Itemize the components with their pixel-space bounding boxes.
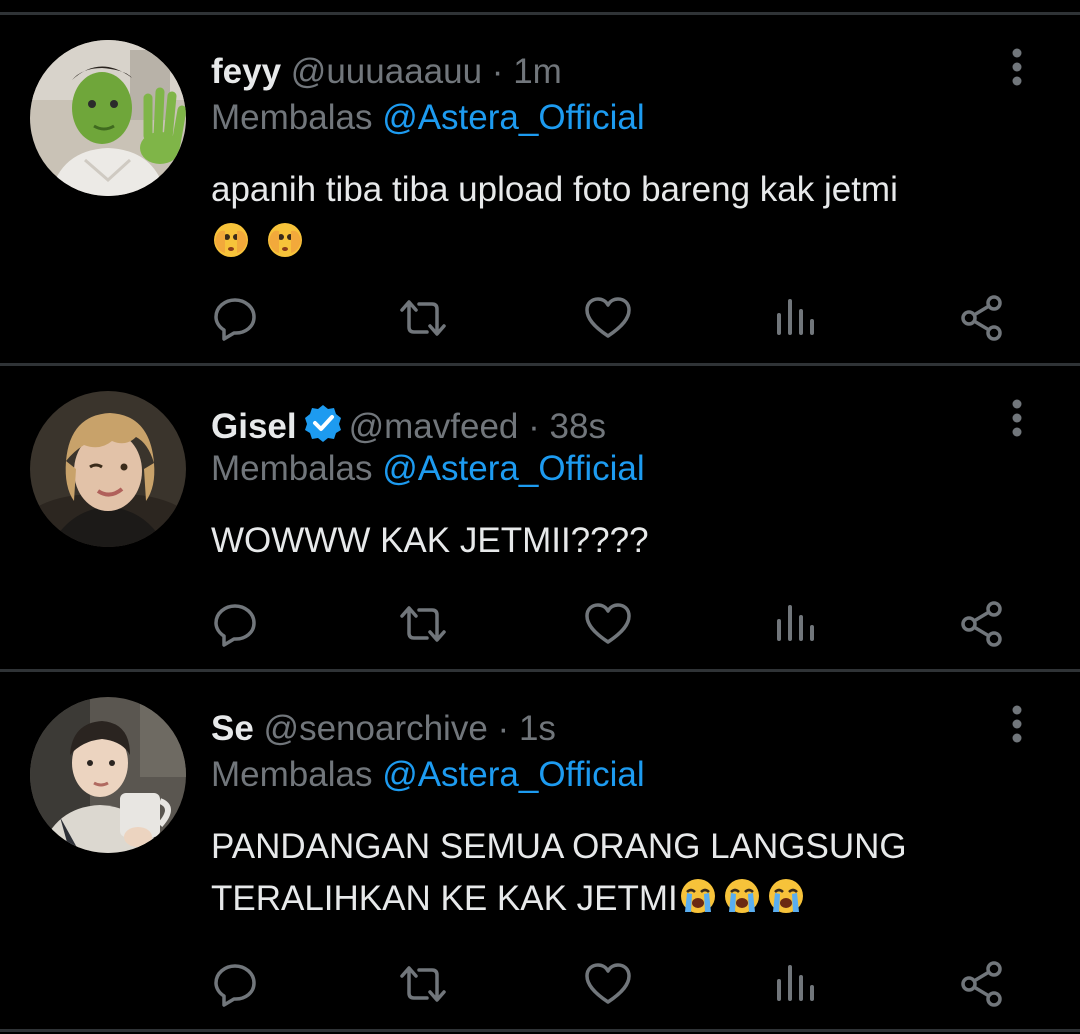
face-with-peeking-eye-icon <box>214 223 248 257</box>
mention-link[interactable]: @Astera_Official <box>382 449 644 488</box>
tweet-actions <box>0 599 1080 649</box>
mention-link[interactable]: @Astera_Official <box>382 98 644 137</box>
retweet-icon <box>400 966 446 1002</box>
tweet-text-line-2: TERALIHKAN KE KAK JETMI <box>211 879 678 918</box>
avatar[interactable] <box>30 697 186 853</box>
share-button[interactable] <box>957 599 1007 649</box>
verified-badge-icon <box>304 405 341 442</box>
replying-to-label: Membalas <box>211 98 373 137</box>
share-button[interactable] <box>957 959 1007 1009</box>
tweet-actions <box>0 959 1080 1009</box>
user-handle[interactable]: @mavfeed <box>349 407 519 446</box>
retweet-button[interactable] <box>398 599 448 649</box>
analytics-icon <box>777 965 814 1001</box>
tweet-actions <box>0 293 1080 343</box>
tweet-text-line: TERALIHKAN KE KAK JETMI😭😭😭 <box>211 873 1031 925</box>
display-name[interactable]: Gisel <box>211 407 297 446</box>
timestamp[interactable]: 1m <box>513 52 562 91</box>
more-options-icon[interactable] <box>1008 704 1026 744</box>
display-name[interactable]: Se <box>211 709 254 748</box>
reply-button[interactable] <box>212 599 262 649</box>
user-handle[interactable]: @senoarchive <box>264 709 488 748</box>
reply-icon <box>214 964 256 1007</box>
top-divider <box>0 12 1080 15</box>
like-button[interactable] <box>583 293 633 343</box>
tweet-text-line: apanih tiba tiba upload foto bareng kak … <box>211 170 898 209</box>
loudly-crying-face-icon <box>768 879 803 913</box>
like-button[interactable] <box>583 959 633 1009</box>
replying-to: Membalas @Astera_Official <box>211 98 645 138</box>
reply-button[interactable] <box>212 293 262 343</box>
replying-to-label: Membalas <box>211 449 373 488</box>
timestamp[interactable]: 38s <box>550 407 606 446</box>
tweet-text-line: WOWWW KAK JETMII???? <box>211 521 649 560</box>
tweet-text: PANDANGAN SEMUA ORANG LANGSUNG TERALIHKA… <box>211 821 1031 925</box>
separator-dot: · <box>491 52 504 91</box>
replying-to-label: Membalas <box>211 755 373 794</box>
tweet-header: feyy @uuuaaauu · 1m <box>211 52 562 92</box>
analytics-button[interactable] <box>770 599 820 649</box>
reply-button[interactable] <box>212 959 262 1009</box>
like-icon <box>585 963 631 1004</box>
display-name[interactable]: feyy <box>211 52 281 91</box>
tweet-header: Se @senoarchive · 1s <box>211 709 556 749</box>
share-icon <box>961 295 1002 341</box>
tweet-text: WOWWW KAK JETMII???? <box>211 515 1031 567</box>
tweet-divider <box>0 1029 1080 1032</box>
separator-dot: · <box>528 407 540 446</box>
tweet-text-line: PANDANGAN SEMUA ORANG LANGSUNG <box>211 827 907 866</box>
mention-link[interactable]: @Astera_Official <box>382 755 644 794</box>
reply-icon <box>214 604 256 647</box>
retweet-icon <box>400 606 446 642</box>
tweet-emojis: 🫣🫣 <box>211 216 1031 268</box>
avatar-image <box>30 40 186 196</box>
timestamp[interactable]: 1s <box>519 709 556 748</box>
more-options-icon[interactable] <box>1008 47 1026 87</box>
like-button[interactable] <box>583 599 633 649</box>
tweet-divider <box>0 363 1080 366</box>
retweet-button[interactable] <box>398 959 448 1009</box>
share-icon <box>961 961 1002 1007</box>
analytics-icon <box>777 605 814 641</box>
retweet-button[interactable] <box>398 293 448 343</box>
replying-to: Membalas @Astera_Official <box>211 755 645 795</box>
replying-to: Membalas @Astera_Official <box>211 449 645 489</box>
analytics-button[interactable] <box>770 959 820 1009</box>
like-icon <box>585 297 631 338</box>
loudly-crying-face-icon <box>680 879 715 913</box>
analytics-icon <box>777 299 814 335</box>
more-options-icon[interactable] <box>1008 398 1026 438</box>
loudly-crying-face-icon <box>724 879 759 913</box>
share-button[interactable] <box>957 293 1007 343</box>
face-with-peeking-eye-icon <box>267 223 302 257</box>
retweet-icon <box>400 300 446 336</box>
reply-icon <box>214 298 256 341</box>
tweet-header: Gisel @mavfeed · 38s <box>211 403 606 447</box>
tweet-text: apanih tiba tiba upload foto bareng kak … <box>211 164 1031 268</box>
like-icon <box>585 603 631 644</box>
share-icon <box>961 601 1002 647</box>
separator-dot: · <box>497 709 510 748</box>
avatar[interactable] <box>30 40 186 196</box>
user-handle[interactable]: @uuuaaauu <box>291 52 482 91</box>
avatar-image <box>30 697 186 853</box>
tweet-divider <box>0 669 1080 672</box>
analytics-button[interactable] <box>770 293 820 343</box>
avatar-image <box>30 391 186 547</box>
avatar[interactable] <box>30 391 186 547</box>
